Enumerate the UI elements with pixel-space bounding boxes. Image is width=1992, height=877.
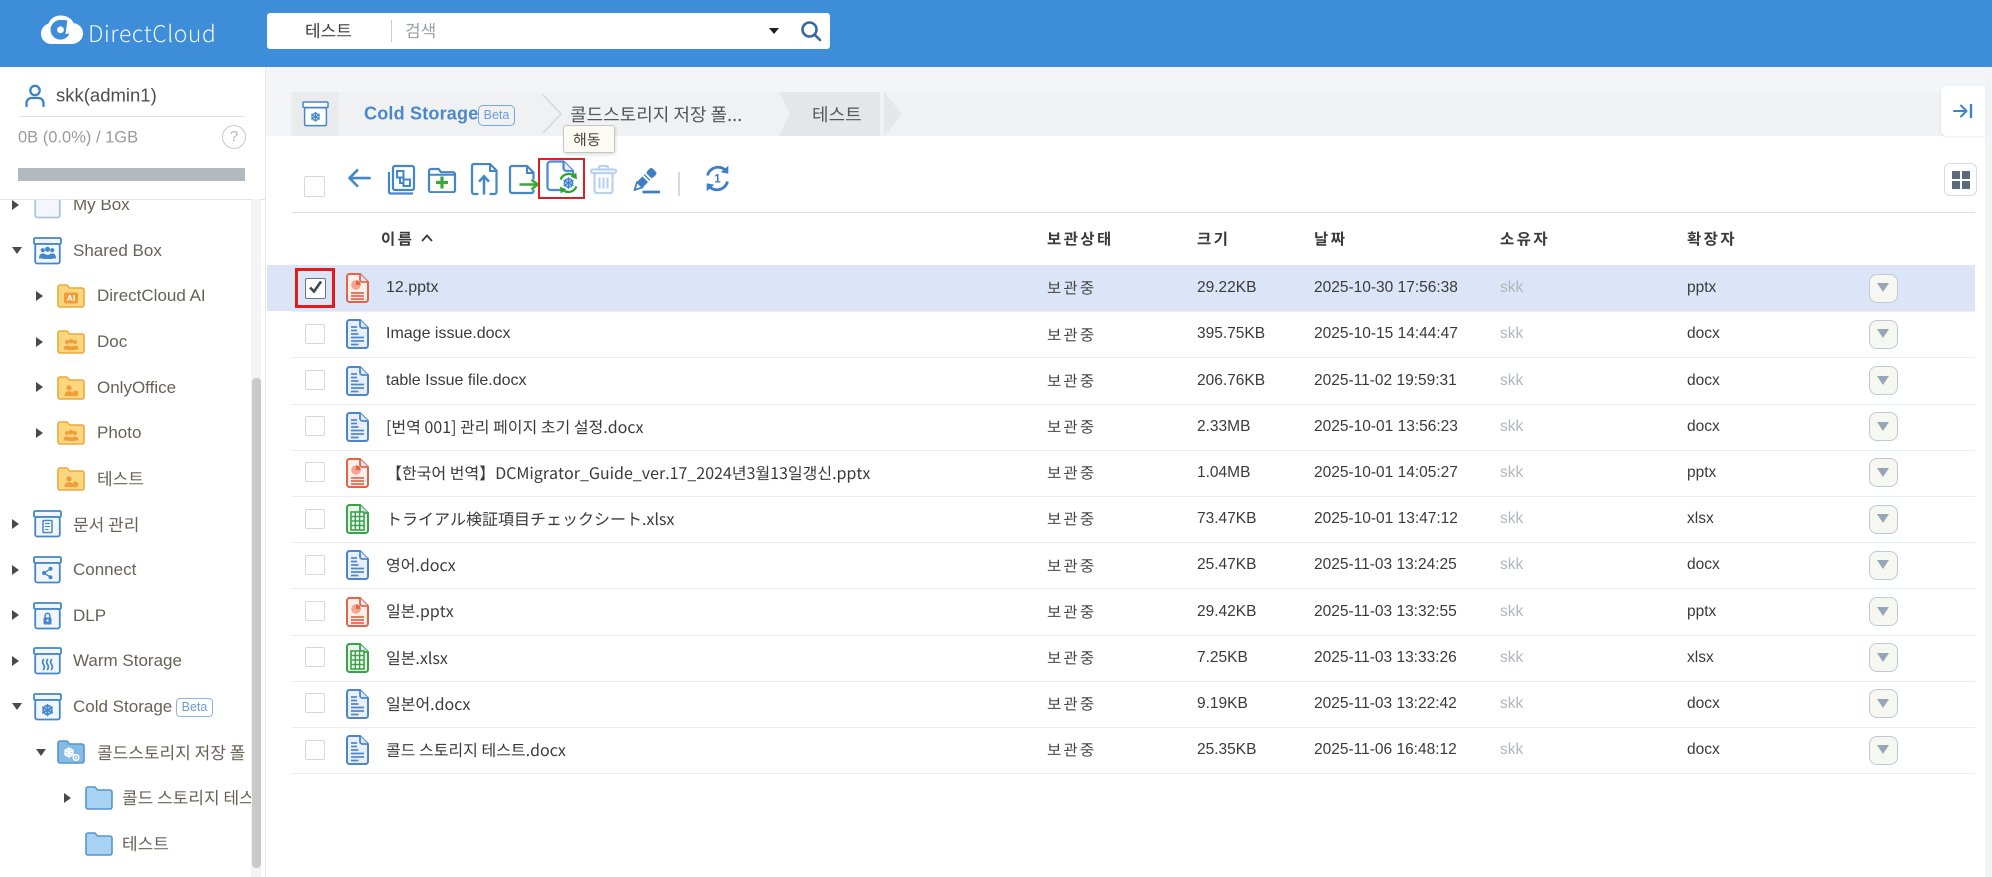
svg-text:AI: AI [67, 294, 76, 304]
svg-text:1: 1 [714, 174, 721, 186]
